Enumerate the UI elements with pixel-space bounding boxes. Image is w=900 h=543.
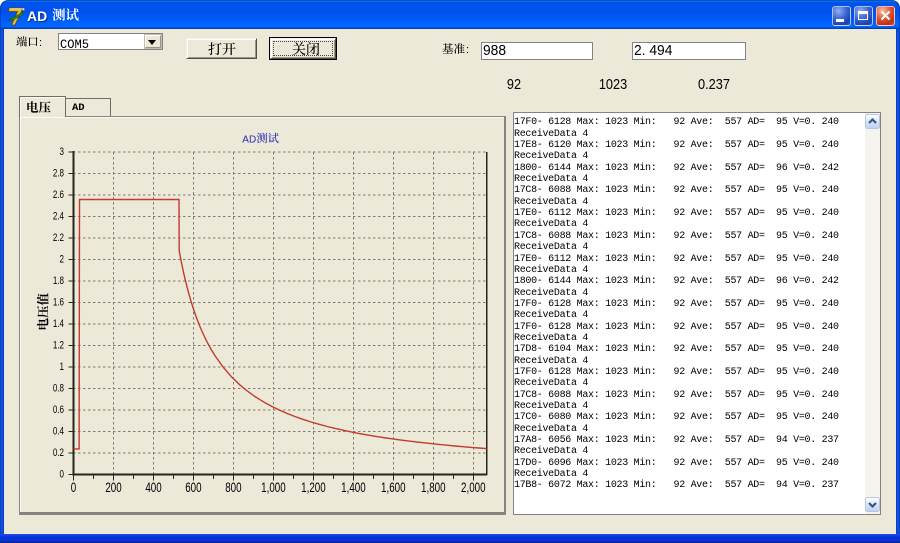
- svg-text:1,600: 1,600: [381, 479, 406, 495]
- svg-text:1,200: 1,200: [301, 479, 326, 495]
- svg-text:1,000: 1,000: [261, 479, 286, 495]
- svg-text:600: 600: [185, 479, 202, 495]
- svg-text:2.4: 2.4: [53, 211, 65, 224]
- svg-text:800: 800: [225, 479, 242, 495]
- svg-text:2.8: 2.8: [53, 168, 64, 181]
- svg-text:1.4: 1.4: [53, 318, 65, 331]
- svg-text:1,400: 1,400: [341, 479, 366, 495]
- svg-text:1.2: 1.2: [53, 340, 64, 353]
- svg-text:1.8: 1.8: [53, 275, 64, 288]
- svg-text:0.6: 0.6: [53, 404, 64, 417]
- svg-text:2: 2: [60, 254, 64, 267]
- svg-text:2.6: 2.6: [53, 189, 64, 202]
- svg-text:2.2: 2.2: [53, 232, 64, 245]
- svg-text:1,800: 1,800: [421, 479, 446, 495]
- svg-text:0: 0: [60, 469, 64, 482]
- svg-text:1: 1: [60, 361, 64, 374]
- svg-text:200: 200: [105, 479, 122, 495]
- svg-text:0.8: 0.8: [53, 383, 64, 396]
- svg-text:400: 400: [145, 479, 162, 495]
- svg-text:1.6: 1.6: [53, 297, 64, 310]
- svg-text:AD: AD: [242, 135, 256, 146]
- svg-text:0: 0: [71, 479, 77, 495]
- svg-text:0.4: 0.4: [53, 426, 65, 439]
- svg-text:2,000: 2,000: [461, 479, 486, 495]
- svg-text:3: 3: [60, 146, 64, 159]
- svg-text:0.2: 0.2: [53, 447, 64, 460]
